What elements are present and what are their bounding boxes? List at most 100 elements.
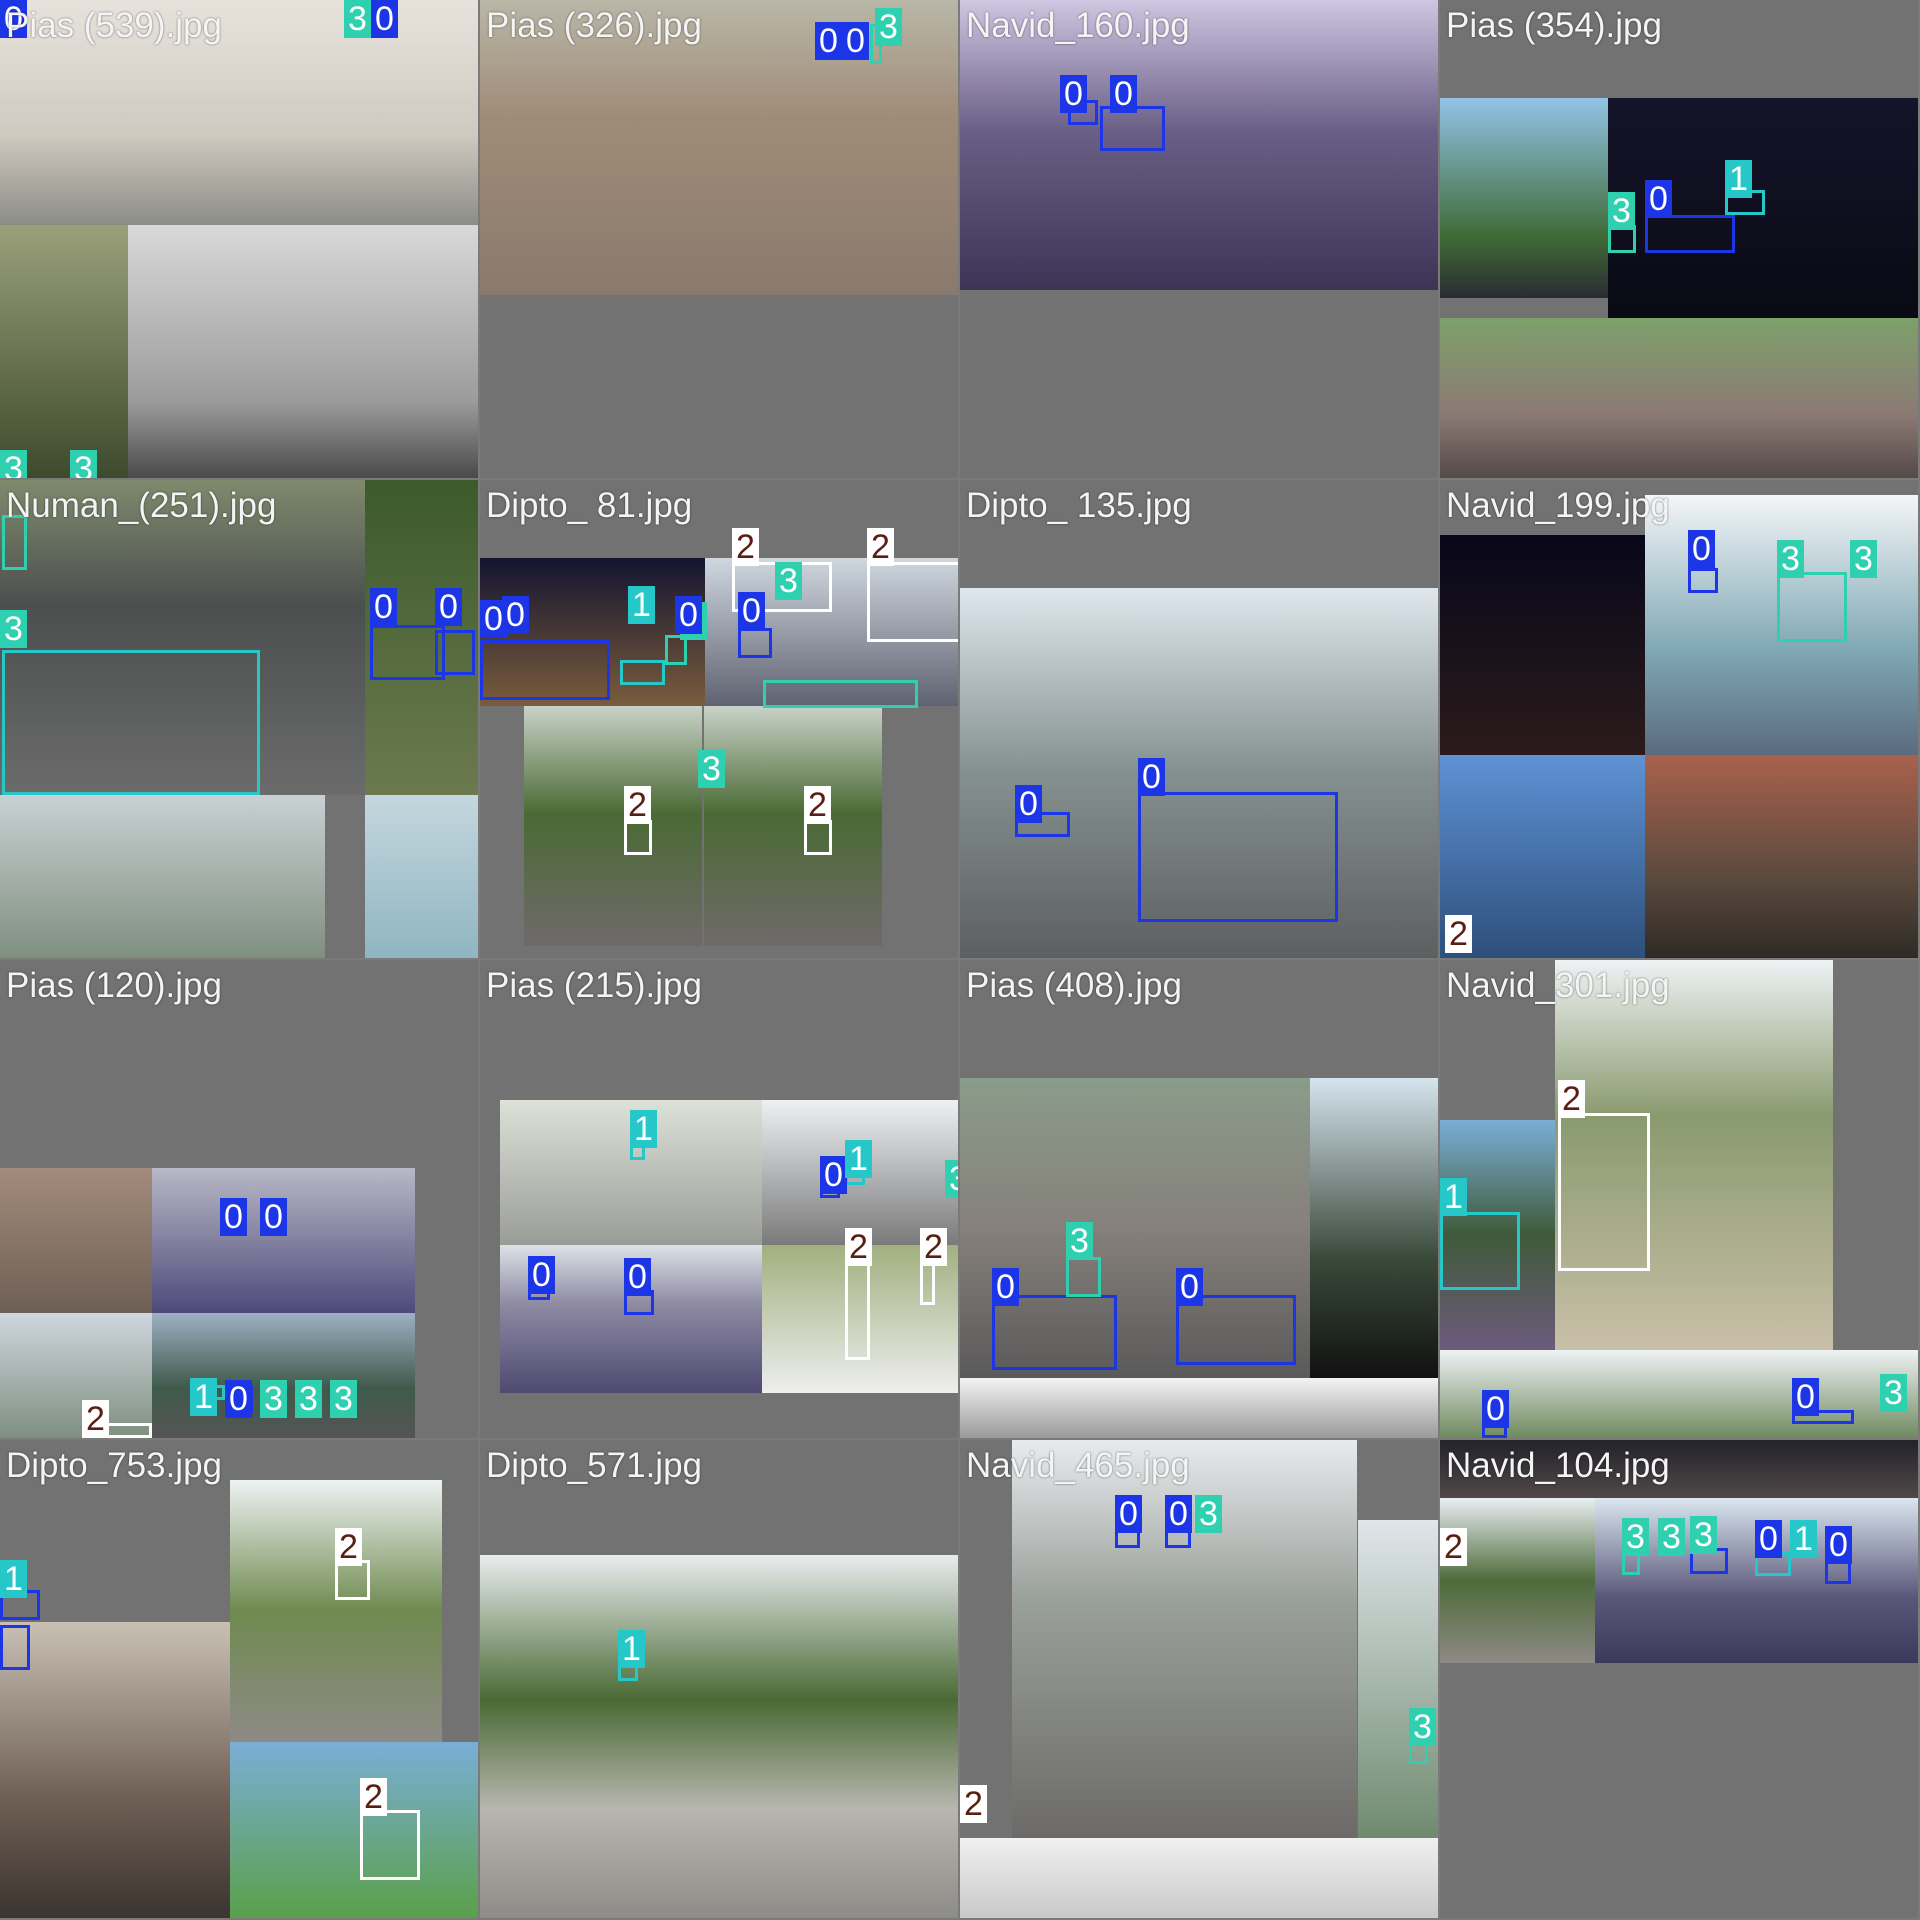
class-label-tag: 3 — [0, 610, 27, 648]
detection-box — [992, 1295, 1117, 1370]
class-label-tag: 0 — [435, 588, 462, 626]
class-label-tag: 0 — [1110, 75, 1137, 113]
class-label-tag: 3 — [1608, 192, 1635, 230]
class-label-tag: 0 — [1165, 1495, 1192, 1533]
class-label-tag: 3 — [330, 1380, 357, 1418]
class-label-tag: 2 — [960, 1785, 987, 1823]
class-label-tag: 1 — [1725, 160, 1752, 198]
road-scene-photo — [1645, 755, 1918, 958]
class-label-tag: 0 — [1060, 75, 1087, 113]
road-scene-photo — [1440, 1350, 1918, 1438]
class-label-tag: 0 — [371, 0, 398, 38]
class-label-tag: 0 — [1688, 530, 1715, 568]
detection-box — [435, 630, 475, 675]
road-scene-photo — [524, 706, 702, 946]
detection-box — [1645, 215, 1735, 253]
detection-box — [1066, 1257, 1101, 1297]
class-label-tag: 3 — [698, 750, 725, 788]
image-tile: 001303223220Dipto_ 81.jpg — [480, 480, 958, 958]
detection-box — [920, 1260, 935, 1305]
class-label-tag: 3 — [1622, 1518, 1649, 1556]
road-scene-photo — [365, 795, 478, 958]
class-label-tag: 1 — [1440, 1178, 1467, 1216]
class-label-tag: 1 — [628, 586, 655, 624]
class-label-tag: 1 — [190, 1378, 217, 1416]
road-scene-photo — [0, 1313, 152, 1438]
road-scene-photo — [0, 1168, 152, 1313]
road-scene-photo — [1440, 1498, 1595, 1663]
class-label-tag: 2 — [1445, 915, 1472, 953]
road-scene-photo — [0, 795, 325, 958]
road-scene-photo — [1440, 535, 1645, 755]
image-tile: 030233Pias (539).jpg — [0, 0, 478, 478]
class-label-tag: 2 — [360, 1778, 387, 1816]
road-scene-photo — [152, 1168, 415, 1313]
tile-filename: Pias (215).jpg — [486, 966, 702, 1005]
class-label-tag: 1 — [0, 1560, 27, 1598]
class-label-tag: 3 — [1195, 1495, 1222, 1533]
class-label-tag: 0 — [1138, 758, 1165, 796]
road-scene-photo — [0, 225, 128, 478]
image-grid: 030233Pias (539).jpg003Pias (326).jpg00N… — [0, 0, 1920, 1920]
image-tile: 0 0 Navid_160.jpg — [960, 0, 1438, 478]
image-tile: 1 Dipto_571.jpg — [480, 1440, 958, 1918]
class-label-tag: 3 — [1777, 540, 1804, 578]
image-tile: 0 3 3 2 Navid_199.jpg — [1440, 480, 1918, 958]
class-label-tag: 0 — [675, 596, 702, 634]
tile-filename: Pias (539).jpg — [6, 6, 222, 45]
image-tile: 3 0 0 Numan_(251).jpg — [0, 480, 478, 958]
image-tile: 10001223Pias (215).jpg — [480, 960, 958, 1438]
class-label-tag: 3 — [945, 1160, 958, 1198]
detection-box — [0, 1625, 30, 1670]
image-tile: 000210333Pias (120).jpg — [0, 960, 478, 1438]
road-scene-photo — [960, 1378, 1438, 1438]
class-label-tag: 0 — [528, 1256, 555, 1294]
class-label-tag: 0 — [502, 596, 529, 634]
tile-filename: Pias (354).jpg — [1446, 6, 1662, 45]
detection-box — [804, 820, 832, 855]
class-label-tag: 2 — [624, 786, 651, 824]
detection-box — [335, 1560, 370, 1600]
class-label-tag: 0 — [1015, 785, 1042, 823]
class-label-tag: 2 — [804, 786, 831, 824]
image-tile: 0 0 Dipto_ 135.jpg — [960, 480, 1438, 958]
class-label-tag: 1 — [1790, 1520, 1817, 1558]
detection-box — [624, 820, 652, 855]
class-label-tag: 2 — [1558, 1080, 1585, 1118]
class-label-tag: 3 — [775, 562, 802, 600]
class-label-tag: 0 — [1482, 1390, 1509, 1428]
class-label-tag: 3 — [1066, 1222, 1093, 1260]
class-label-tag: 0 — [1755, 1520, 1782, 1558]
road-scene-photo — [0, 1622, 230, 1918]
class-label-tag: 0 — [370, 588, 397, 626]
tile-filename: Pias (326).jpg — [486, 6, 702, 45]
class-label-tag: 0 — [738, 592, 765, 630]
class-label-tag: 0 — [1115, 1495, 1142, 1533]
road-scene-photo — [1310, 1078, 1438, 1378]
road-scene-photo — [128, 225, 478, 478]
class-label-tag: 0 — [260, 1198, 287, 1236]
road-scene-photo — [960, 1838, 1438, 1918]
detection-box — [763, 680, 918, 708]
road-scene-photo — [152, 1313, 415, 1438]
class-label-tag: 0 — [225, 1380, 252, 1418]
road-scene-photo — [480, 1555, 958, 1918]
detection-box — [738, 628, 772, 658]
detection-box — [360, 1810, 420, 1880]
class-label-tag: 0 — [820, 1156, 847, 1194]
class-label-tag: 3 — [875, 8, 902, 46]
detection-box — [370, 625, 445, 680]
class-label-tag: 2 — [1440, 1528, 1467, 1566]
tile-filename: Navid_465.jpg — [966, 1446, 1190, 1485]
class-label-tag: 0 — [1825, 1526, 1852, 1564]
detection-box — [620, 660, 665, 685]
class-label-tag: 3 — [1690, 1516, 1717, 1554]
detection-box — [1777, 572, 1847, 642]
detection-box — [1440, 1212, 1520, 1290]
road-scene-photo — [704, 706, 882, 946]
tile-filename: Dipto_571.jpg — [486, 1446, 702, 1485]
detection-box — [845, 1260, 870, 1360]
class-label-tag: 2 — [335, 1528, 362, 1566]
class-label-tag: 1 — [618, 1630, 645, 1668]
tile-filename: Numan_(251).jpg — [6, 486, 277, 525]
